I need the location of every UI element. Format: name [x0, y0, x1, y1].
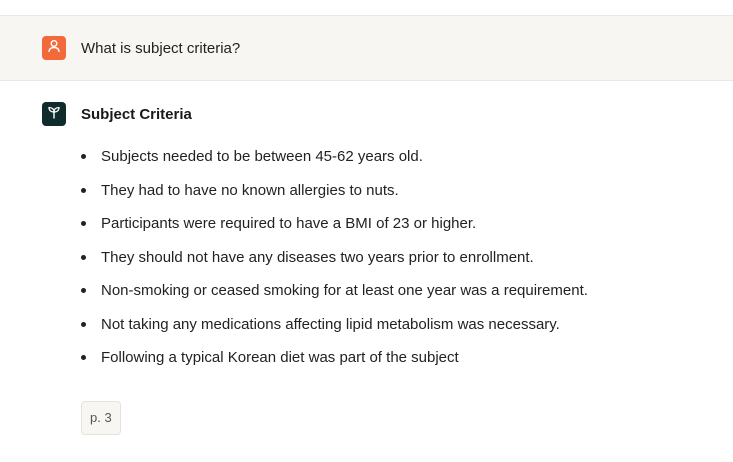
list-item: Participants were required to have a BMI… — [81, 214, 733, 233]
criteria-list: Subjects needed to be between 45-62 year… — [42, 147, 733, 367]
sprout-icon — [47, 105, 61, 124]
assistant-message: Subject Criteria Subjects needed to be b… — [0, 81, 733, 435]
user-icon — [47, 39, 61, 58]
user-message: What is subject criteria? — [0, 15, 733, 81]
top-spacer — [0, 0, 733, 15]
assistant-header: Subject Criteria — [42, 102, 733, 126]
answer-title: Subject Criteria — [81, 105, 192, 123]
list-item: They should not have any diseases two ye… — [81, 248, 733, 267]
list-item: Non-smoking or ceased smoking for at lea… — [81, 281, 733, 300]
list-item: They had to have no known allergies to n… — [81, 181, 733, 200]
list-item: Following a typical Korean diet was part… — [81, 348, 733, 367]
user-avatar — [42, 36, 66, 60]
list-item: Not taking any medications affecting lip… — [81, 315, 733, 334]
user-message-text: What is subject criteria? — [81, 39, 241, 57]
page-citation-button[interactable]: p. 3 — [81, 400, 121, 435]
list-item: Subjects needed to be between 45-62 year… — [81, 147, 733, 166]
assistant-avatar — [42, 102, 66, 126]
